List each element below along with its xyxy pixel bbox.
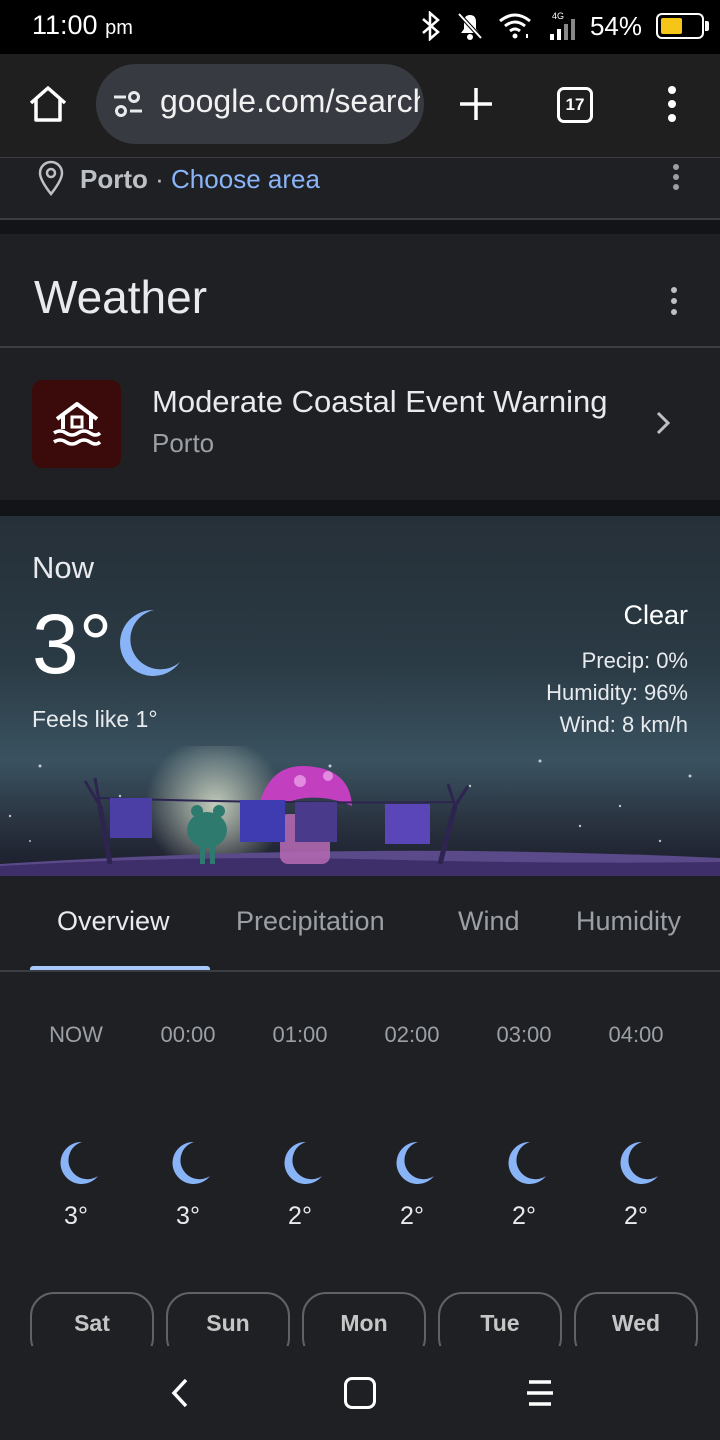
recent-apps-icon[interactable]	[526, 1378, 554, 1408]
site-settings-icon[interactable]	[112, 88, 144, 120]
tab-overview[interactable]: Overview	[57, 906, 170, 937]
humidity-stat: Humidity: 96%	[546, 680, 688, 705]
bell-off-icon	[457, 12, 483, 40]
status-bar: 11:00 pm 4G 54%	[0, 0, 720, 54]
hour-time: 01:00	[272, 1022, 328, 1047]
current-conditions: Now 3° Feels like 1° Clear Precip: 0% Hu…	[0, 516, 720, 876]
battery-percent: 54%	[589, 10, 642, 41]
hour-time: 02:00	[384, 1022, 440, 1047]
chevron-right-icon	[656, 411, 671, 435]
wind-stat: Wind: 8 km/h	[559, 712, 688, 737]
current-temperature: 3°	[32, 597, 113, 691]
feels-like: Feels like 1°	[32, 706, 158, 732]
section-gap-2	[0, 500, 720, 516]
location-pin-icon	[38, 160, 64, 196]
wifi-icon	[499, 13, 531, 39]
weather-more-icon[interactable]	[662, 284, 686, 318]
condition-text: Clear	[623, 600, 688, 630]
weather-alert[interactable]: Moderate Coastal Event Warning Porto	[0, 348, 720, 500]
hour-temp: 3°	[176, 1202, 200, 1230]
hour-time: NOW	[49, 1022, 103, 1047]
bluetooth-icon	[422, 11, 440, 41]
back-icon[interactable]	[168, 1376, 194, 1410]
tab-precipitation[interactable]: Precipitation	[236, 906, 385, 937]
battery-fill	[661, 18, 682, 34]
location-separator: ·	[155, 164, 164, 194]
tab-humidity[interactable]: Humidity	[576, 906, 681, 937]
browser-toolbar: google.com/search 17	[0, 54, 720, 158]
hour-time: 00:00	[160, 1022, 216, 1047]
system-nav-bar	[0, 1346, 720, 1440]
url-text: google.com/search	[160, 83, 420, 119]
precip-stat: Precip: 0%	[581, 648, 688, 673]
tab-wind[interactable]: Wind	[458, 906, 520, 937]
address-bar[interactable]: google.com/search	[96, 64, 424, 144]
signal-icon: 4G	[549, 11, 575, 40]
new-tab-icon[interactable]	[456, 84, 496, 124]
hour-temp: 2°	[288, 1202, 312, 1230]
location-city: Porto	[80, 164, 148, 194]
tabs-icon[interactable]: 17	[557, 87, 593, 123]
moon-icon	[620, 1141, 658, 1184]
day-chip-wed[interactable]: Wed	[574, 1292, 698, 1346]
hour-temp: 2°	[400, 1202, 424, 1230]
location-more-icon[interactable]	[664, 162, 688, 192]
weather-tabs: Overview Precipitation Wind Humidity	[0, 876, 720, 972]
night-scene-illustration	[0, 746, 720, 876]
hour-temp: 2°	[512, 1202, 536, 1230]
now-label: Now	[32, 550, 95, 585]
moon-icon	[396, 1141, 434, 1184]
alert-title: Moderate Coastal Event Warning	[152, 384, 608, 419]
day-chip-sat[interactable]: Sat	[30, 1292, 154, 1346]
daily-chips: Sat Sun Mon Tue Wed	[0, 1290, 720, 1346]
weather-title: Weather	[34, 271, 208, 323]
moon-icon	[172, 1141, 210, 1184]
location-row: Porto · Choose area	[0, 158, 720, 220]
battery-icon	[656, 13, 709, 39]
moon-icon	[508, 1141, 546, 1184]
moon-icon	[60, 1141, 98, 1184]
section-gap	[0, 220, 720, 234]
alert-place: Porto	[152, 428, 215, 458]
moon-icon	[120, 609, 180, 676]
home-nav-icon[interactable]	[344, 1377, 376, 1409]
day-chip-mon[interactable]: Mon	[302, 1292, 426, 1346]
hour-temp: 3°	[64, 1202, 88, 1230]
moon-icon	[284, 1141, 322, 1184]
day-chip-tue[interactable]: Tue	[438, 1292, 562, 1346]
hour-time: 03:00	[496, 1022, 552, 1047]
hour-temp: 2°	[624, 1202, 648, 1230]
network-type-label: 4G	[552, 11, 564, 21]
status-time: 11:00 pm	[32, 10, 133, 40]
home-icon[interactable]	[26, 82, 70, 126]
day-chip-sun[interactable]: Sun	[166, 1292, 290, 1346]
hour-time: 04:00	[608, 1022, 664, 1047]
menu-icon[interactable]	[660, 84, 684, 124]
flood-house-icon	[32, 380, 121, 468]
choose-area-link[interactable]: Choose area	[171, 164, 320, 194]
